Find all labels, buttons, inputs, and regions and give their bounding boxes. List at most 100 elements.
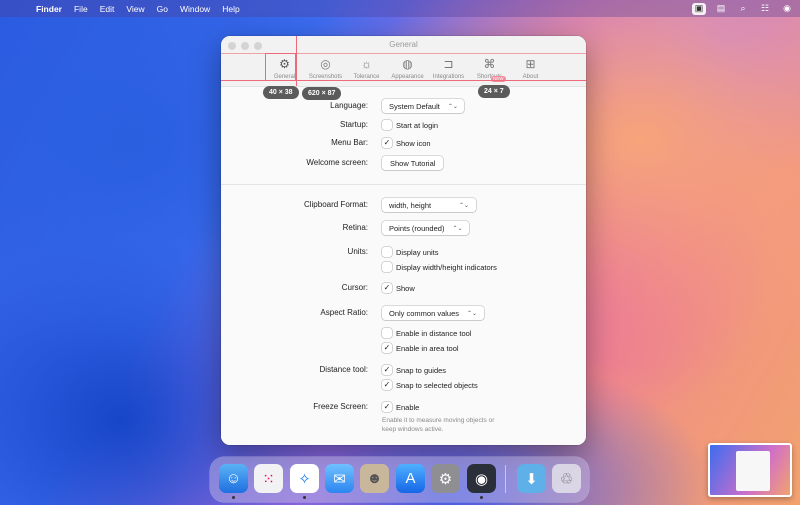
running-indicator — [303, 496, 306, 499]
menu-go[interactable]: Go — [157, 4, 168, 14]
language-row: Language: System Default ⌃⌄ — [221, 99, 586, 113]
palette-icon: ◍ — [402, 57, 413, 71]
command-icon: ⌘ — [483, 57, 496, 71]
retina-popup[interactable]: Points (rounded) ⌃⌄ — [382, 221, 469, 235]
measure-label-tab: 40 × 38 — [263, 86, 299, 99]
menu-help[interactable]: Help — [222, 4, 239, 14]
aspect-row: Aspect Ratio: Only common values ⌃⌄ — [221, 306, 586, 320]
section-divider — [221, 184, 586, 185]
show-cursor-label: Show — [396, 283, 415, 293]
snap-objects-checkbox[interactable]: ✓ — [382, 380, 392, 390]
downloads-folder-icon[interactable]: ⬇ — [517, 464, 546, 493]
control-center-icon[interactable]: ☷ — [758, 3, 772, 15]
measure-selection-box — [265, 53, 296, 81]
retina-label: Retina: — [342, 223, 368, 232]
freeze-enable-label: Enable — [396, 402, 420, 412]
dock-separator — [505, 465, 506, 493]
measure-label-gap: 24 × 7 — [478, 85, 510, 98]
finder-icon[interactable]: ☺ — [219, 464, 248, 493]
contacts-icon[interactable]: ☻ — [360, 464, 389, 493]
tab-tolerance[interactable]: ☼ Tolerance — [346, 54, 387, 80]
language-label: Language: — [330, 101, 368, 110]
language-popup[interactable]: System Default ⌃⌄ — [382, 99, 464, 113]
capture-status-icon[interactable]: ▤ — [714, 3, 728, 15]
units-row-2: Display width/height indicators — [221, 260, 586, 274]
display-units-label: Display units — [396, 247, 439, 257]
show-cursor-checkbox[interactable]: ✓ — [382, 283, 392, 293]
new-badge: NEW — [491, 76, 506, 82]
launchpad-icon[interactable]: ⁙ — [254, 464, 283, 493]
language-value: System Default — [389, 101, 440, 111]
retina-row: Retina: Points (rounded) ⌃⌄ — [221, 221, 586, 235]
distance-row-2: ✓ Snap to selected objects — [221, 378, 586, 392]
thumbnail-window-preview — [736, 451, 770, 491]
distance-label: Distance tool: — [319, 365, 368, 374]
show-tutorial-button[interactable]: Show Tutorial — [382, 156, 444, 170]
tab-screenshots[interactable]: ◎ Screenshots — [305, 54, 346, 80]
aspect-ratio-value: Only common values — [389, 308, 460, 318]
start-at-login-checkbox[interactable] — [382, 120, 392, 130]
ruler-app-icon[interactable]: ◉ — [467, 464, 496, 493]
freeze-enable-checkbox[interactable]: ✓ — [382, 402, 392, 412]
show-icon-checkbox[interactable]: ✓ — [382, 138, 392, 148]
screenshot-thumbnail[interactable] — [708, 443, 792, 497]
system-settings-icon[interactable]: ⚙ — [431, 464, 460, 493]
menu-view[interactable]: View — [126, 4, 144, 14]
aspect-ratio-popup[interactable]: Only common values ⌃⌄ — [382, 306, 484, 320]
menu-file[interactable]: File — [74, 4, 88, 14]
tab-appearance[interactable]: ◍ Appearance — [387, 54, 428, 80]
ruler-status-icon[interactable]: ▣ — [692, 2, 706, 15]
show-icon-label: Show icon — [396, 138, 431, 148]
display-indicators-checkbox[interactable] — [382, 262, 392, 272]
snap-guides-checkbox[interactable]: ✓ — [382, 365, 392, 375]
window-title: General — [389, 40, 418, 49]
display-units-checkbox[interactable] — [382, 247, 392, 257]
display-indicators-label: Display width/height indicators — [396, 262, 497, 272]
chevron-updown-icon: ⌃⌄ — [447, 103, 458, 110]
camera-icon: ◎ — [320, 57, 331, 71]
tab-about[interactable]: ⊞ About — [510, 54, 551, 80]
spotlight-search-icon[interactable]: ⌕ — [736, 3, 750, 15]
chevron-updown-icon: ⌃⌄ — [452, 225, 463, 232]
aspect-row-3: ✓ Enable in area tool — [221, 341, 586, 355]
safari-icon[interactable]: ✧ — [290, 464, 319, 493]
aspect-row-2: Enable in distance tool — [221, 326, 586, 340]
grid-icon: ⊞ — [525, 57, 536, 71]
retina-value: Points (rounded) — [389, 223, 445, 233]
aspect-distance-checkbox[interactable] — [382, 328, 392, 338]
plug-icon: ⊐ — [443, 57, 454, 71]
tab-integrations[interactable]: ⊐ Integrations — [428, 54, 469, 80]
siri-icon[interactable]: ◉ — [780, 3, 794, 15]
tab-shortcuts[interactable]: ⌘ Shortcuts NEW — [469, 54, 510, 82]
cursor-label: Cursor: — [341, 283, 368, 292]
menu-window[interactable]: Window — [180, 4, 210, 14]
snap-objects-label: Snap to selected objects — [396, 380, 478, 390]
clipboard-format-value: width, height — [389, 200, 432, 210]
running-indicator — [480, 496, 483, 499]
measure-label-window: 620 × 87 — [302, 87, 342, 100]
clipboard-row: Clipboard Format: width, height ⌃⌄ — [221, 198, 586, 212]
aspect-label: Aspect Ratio: — [320, 308, 368, 317]
welcome-label: Welcome screen: — [306, 158, 368, 167]
chevron-updown-icon: ⌃⌄ — [467, 310, 478, 317]
freeze-row: Freeze Screen: ✓ Enable — [221, 400, 586, 414]
snap-guides-label: Snap to guides — [396, 365, 447, 375]
preferences-content: Language: System Default ⌃⌄ Startup: Star… — [221, 86, 586, 445]
menu-edit[interactable]: Edit — [100, 4, 115, 14]
clipboard-format-popup[interactable]: width, height ⌃⌄ — [382, 198, 476, 212]
mail-icon[interactable]: ✉ — [325, 464, 354, 493]
trash-icon[interactable]: ♲ — [552, 464, 581, 493]
preferences-toolbar: ⚙ General ◎ Screenshots ☼ Tolerance ◍ Ap… — [264, 54, 551, 82]
chevron-updown-icon: ⌃⌄ — [458, 202, 469, 209]
cursor-row: Cursor: ✓ Show — [221, 281, 586, 295]
menu-app-name[interactable]: Finder — [36, 4, 62, 14]
start-at-login-label: Start at login — [396, 120, 439, 130]
app-store-icon[interactable]: A — [396, 464, 425, 493]
measure-guide-vertical — [296, 36, 297, 86]
aspect-area-checkbox[interactable]: ✓ — [382, 343, 392, 353]
startup-row: Startup: Start at login — [221, 118, 586, 132]
aspect-distance-label: Enable in distance tool — [396, 328, 472, 338]
distance-row: Distance tool: ✓ Snap to guides — [221, 363, 586, 377]
aspect-area-label: Enable in area tool — [396, 343, 459, 353]
startup-label: Startup: — [339, 120, 368, 129]
